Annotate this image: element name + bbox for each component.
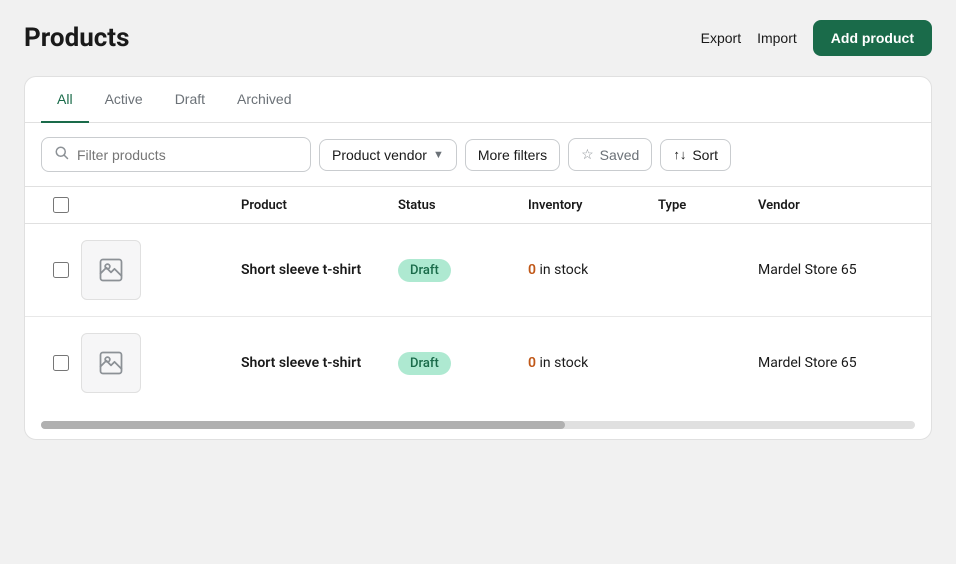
export-button[interactable]: Export <box>701 30 741 46</box>
inventory-zero-2: 0 <box>528 355 536 371</box>
inventory-cell-1: 0 in stock <box>528 262 658 278</box>
tabs-container: All Active Draft Archived <box>25 77 931 123</box>
vendor-cell-1: Mardel Store 65 <box>758 262 915 278</box>
status-badge-2: Draft <box>398 352 451 375</box>
chevron-down-icon: ▼ <box>433 149 444 161</box>
row-checkbox-cell-2[interactable] <box>41 355 81 371</box>
select-all-checkbox[interactable] <box>53 197 69 213</box>
product-name-1[interactable]: Short sleeve t-shirt <box>241 262 398 278</box>
scrollbar-thumb[interactable] <box>41 421 565 429</box>
sort-label: Sort <box>692 147 718 163</box>
row-checkbox-2[interactable] <box>53 355 69 371</box>
product-image-2 <box>81 333 141 393</box>
search-input[interactable] <box>77 147 298 163</box>
search-icon <box>54 145 69 164</box>
saved-button[interactable]: ☆ Saved <box>568 138 652 171</box>
inventory-label: Inventory <box>528 198 658 213</box>
status-label: Status <box>398 198 528 213</box>
select-all-cell[interactable] <box>41 197 81 213</box>
vendor-cell-2: Mardel Store 65 <box>758 355 915 371</box>
row-checkbox-1[interactable] <box>53 262 69 278</box>
products-card: All Active Draft Archived Product vendor… <box>24 76 932 440</box>
product-vendor-filter[interactable]: Product vendor ▼ <box>319 139 457 171</box>
product-vendor-label: Product vendor <box>332 147 427 163</box>
horizontal-scrollbar[interactable] <box>41 421 915 429</box>
status-badge-1: Draft <box>398 259 451 282</box>
inventory-zero-1: 0 <box>528 262 536 278</box>
filters-row: Product vendor ▼ More filters ☆ Saved ↑↓… <box>25 123 931 187</box>
saved-label: Saved <box>600 147 640 163</box>
search-wrapper <box>41 137 311 172</box>
row-checkbox-cell-1[interactable] <box>41 262 81 278</box>
product-image-1 <box>81 240 141 300</box>
more-filters-button[interactable]: More filters <box>465 139 560 171</box>
product-name-2[interactable]: Short sleeve t-shirt <box>241 355 398 371</box>
import-button[interactable]: Import <box>757 30 797 46</box>
status-cell-1: Draft <box>398 259 528 282</box>
page-header: Products Export Import Add product <box>24 20 932 56</box>
star-icon: ☆ <box>581 146 594 163</box>
table-row: Short sleeve t-shirt Draft 0 in stock Ma… <box>25 224 931 317</box>
sort-arrows-icon: ↑↓ <box>673 147 686 162</box>
page-title: Products <box>24 23 129 53</box>
inventory-cell-2: 0 in stock <box>528 355 658 371</box>
header-actions: Export Import Add product <box>701 20 932 56</box>
tab-active[interactable]: Active <box>89 77 159 123</box>
tab-all[interactable]: All <box>41 77 89 123</box>
tab-archived[interactable]: Archived <box>221 77 307 123</box>
table-row: Short sleeve t-shirt Draft 0 in stock Ma… <box>25 317 931 409</box>
status-cell-2: Draft <box>398 352 528 375</box>
sort-button[interactable]: ↑↓ Sort <box>660 139 731 171</box>
tab-draft[interactable]: Draft <box>159 77 221 123</box>
type-label: Type <box>658 198 758 213</box>
inventory-label-1: in stock <box>539 262 588 278</box>
vendor-label: Vendor <box>758 198 915 213</box>
table-body: Short sleeve t-shirt Draft 0 in stock Ma… <box>25 224 931 409</box>
add-product-button[interactable]: Add product <box>813 20 932 56</box>
scrollbar-container <box>25 409 931 439</box>
inventory-label-2: in stock <box>539 355 588 371</box>
table-header: Product Status Inventory Type Vendor <box>25 187 931 224</box>
product-label: Product <box>241 198 398 213</box>
